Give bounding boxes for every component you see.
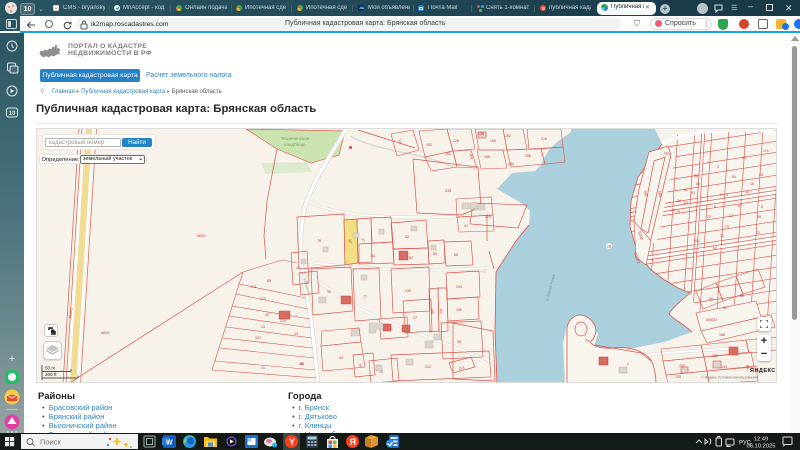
svg-text:5002/2: 5002/2 bbox=[706, 318, 717, 322]
svg-text:77: 77 bbox=[363, 295, 367, 299]
svg-text:68: 68 bbox=[454, 253, 458, 257]
svg-text:6: 6 bbox=[714, 205, 716, 209]
svg-text:67: 67 bbox=[738, 204, 742, 208]
svg-text:Поиск: Поиск bbox=[40, 438, 62, 447]
svg-text:50 m: 50 m bbox=[45, 366, 55, 371]
svg-text:72: 72 bbox=[707, 215, 711, 219]
svg-text:12:49: 12:49 bbox=[754, 437, 769, 443]
svg-text:219: 219 bbox=[541, 137, 547, 141]
svg-text:165: 165 bbox=[490, 139, 496, 143]
svg-text:10: 10 bbox=[9, 111, 16, 117]
svg-text:85: 85 bbox=[267, 279, 271, 283]
svg-text:Тешенинское: Тешенинское bbox=[281, 136, 310, 141]
svg-text:кладбище: кладбище bbox=[284, 142, 306, 147]
svg-text:182: 182 bbox=[505, 134, 511, 138]
svg-text:166: 166 bbox=[525, 154, 531, 158]
svg-text:22: 22 bbox=[756, 231, 760, 235]
svg-text:59: 59 bbox=[757, 215, 761, 219]
svg-text:94: 94 bbox=[439, 309, 443, 313]
svg-text:76: 76 bbox=[317, 239, 321, 243]
svg-text:212: 212 bbox=[425, 365, 431, 369]
svg-text:125: 125 bbox=[675, 375, 681, 379]
svg-text:158: 158 bbox=[719, 333, 725, 337]
svg-text:13: 13 bbox=[294, 332, 298, 336]
svg-text:15: 15 bbox=[750, 182, 754, 186]
svg-text:42: 42 bbox=[265, 313, 269, 317]
svg-text:154: 154 bbox=[508, 162, 514, 166]
svg-text:194: 194 bbox=[456, 285, 462, 289]
svg-text:56: 56 bbox=[694, 174, 698, 178]
svg-text:06.10.2025: 06.10.2025 bbox=[746, 444, 775, 450]
svg-text:13: 13 bbox=[261, 325, 265, 329]
svg-text:12: 12 bbox=[729, 214, 733, 218]
svg-text:70: 70 bbox=[585, 339, 589, 343]
svg-text:3A: 3A bbox=[677, 199, 682, 203]
svg-text:48: 48 bbox=[300, 362, 304, 366]
svg-text:1: 1 bbox=[627, 362, 629, 366]
svg-text:211: 211 bbox=[251, 285, 257, 289]
svg-text:153: 153 bbox=[445, 152, 451, 156]
svg-text:18: 18 bbox=[607, 245, 611, 249]
svg-text:+: + bbox=[9, 353, 15, 365]
svg-text:201: 201 bbox=[694, 239, 700, 243]
svg-text:213: 213 bbox=[260, 297, 266, 301]
svg-text:136: 136 bbox=[478, 132, 484, 136]
svg-text:ЯНДЕКС: ЯНДЕКС bbox=[750, 368, 776, 374]
svg-text:195: 195 bbox=[456, 308, 462, 312]
svg-text:83: 83 bbox=[433, 252, 437, 256]
svg-text:62: 62 bbox=[405, 235, 409, 239]
svg-text:76: 76 bbox=[676, 210, 680, 214]
svg-text:5: 5 bbox=[726, 193, 728, 197]
svg-text:200 ft: 200 ft bbox=[45, 372, 57, 377]
svg-text:50: 50 bbox=[742, 156, 746, 160]
svg-text:Y: Y bbox=[289, 437, 295, 447]
svg-text:190: 190 bbox=[430, 308, 434, 314]
svg-text:332: 332 bbox=[712, 354, 718, 358]
svg-text:54: 54 bbox=[745, 364, 750, 369]
svg-text:197: 197 bbox=[255, 336, 261, 340]
svg-text:41: 41 bbox=[464, 224, 468, 228]
svg-text:21: 21 bbox=[261, 366, 265, 370]
svg-text:84: 84 bbox=[371, 254, 375, 258]
svg-text:9: 9 bbox=[720, 193, 722, 197]
svg-text:68: 68 bbox=[709, 297, 713, 301]
svg-text:8: 8 bbox=[761, 205, 763, 209]
svg-text:155: 155 bbox=[484, 155, 490, 159]
svg-text:62: 62 bbox=[684, 201, 688, 205]
svg-text:54: 54 bbox=[732, 175, 736, 179]
svg-text:235: 235 bbox=[445, 189, 451, 193]
svg-text:68: 68 bbox=[696, 182, 700, 186]
svg-text:4A: 4A bbox=[683, 188, 688, 192]
svg-text:80: 80 bbox=[723, 306, 727, 310]
svg-text:53: 53 bbox=[759, 173, 763, 177]
svg-text:71: 71 bbox=[720, 234, 724, 238]
svg-text:14: 14 bbox=[745, 190, 749, 194]
svg-text:© Яндекс Условия использовани: © Яндекс Условия использования bbox=[701, 376, 758, 380]
svg-text:27: 27 bbox=[413, 316, 417, 320]
svg-text:44: 44 bbox=[339, 356, 343, 360]
svg-text:230: 230 bbox=[679, 364, 685, 368]
svg-text:27: 27 bbox=[361, 238, 366, 243]
svg-text:41: 41 bbox=[296, 266, 300, 270]
svg-text:Я: Я bbox=[350, 437, 356, 447]
svg-text:32: 32 bbox=[348, 239, 353, 244]
svg-text:229: 229 bbox=[280, 319, 286, 323]
svg-text:4610: 4610 bbox=[197, 234, 205, 238]
svg-text:60: 60 bbox=[713, 246, 717, 250]
svg-text:63: 63 bbox=[691, 191, 695, 195]
svg-text:55: 55 bbox=[740, 294, 744, 298]
svg-text:73: 73 bbox=[725, 225, 729, 229]
svg-text:82: 82 bbox=[409, 256, 413, 260]
svg-text:2: 2 bbox=[717, 165, 719, 169]
svg-text:W: W bbox=[166, 440, 173, 447]
svg-text:143: 143 bbox=[721, 365, 727, 369]
svg-text:152: 152 bbox=[426, 143, 432, 147]
svg-text:126: 126 bbox=[453, 139, 459, 143]
svg-text:17з: 17з bbox=[763, 149, 769, 153]
svg-text:30: 30 bbox=[327, 290, 331, 294]
svg-text:2A: 2A bbox=[671, 208, 676, 212]
svg-text:26: 26 bbox=[457, 340, 461, 344]
svg-text:230: 230 bbox=[405, 289, 411, 293]
svg-text:4610: 4610 bbox=[101, 331, 109, 335]
